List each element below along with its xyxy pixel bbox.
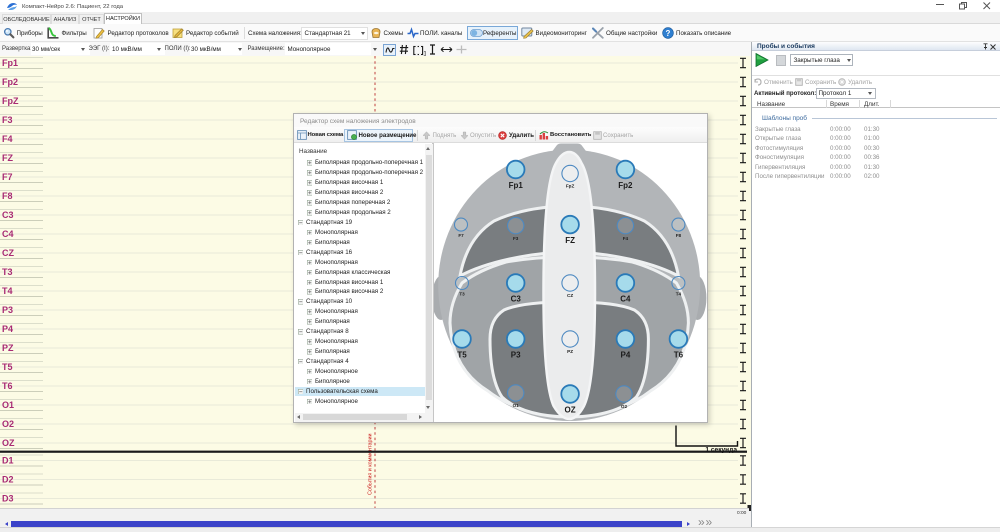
svg-text:PZ: PZ bbox=[2, 343, 14, 353]
svg-text:F4: F4 bbox=[2, 134, 13, 144]
svg-text:P3: P3 bbox=[511, 351, 521, 360]
svg-text:FpZ: FpZ bbox=[566, 184, 575, 189]
svg-text:C3: C3 bbox=[511, 295, 522, 304]
svg-text:FZ: FZ bbox=[565, 236, 575, 245]
svg-text:Fp1: Fp1 bbox=[2, 58, 18, 68]
svg-text:C4: C4 bbox=[2, 229, 14, 239]
svg-text:T4: T4 bbox=[676, 292, 682, 297]
svg-text:1: 1 bbox=[423, 50, 426, 56]
svg-text:O2: O2 bbox=[621, 404, 628, 409]
svg-text:F7: F7 bbox=[458, 233, 464, 238]
svg-text:O1: O1 bbox=[2, 400, 14, 410]
svg-text:T5: T5 bbox=[457, 351, 467, 360]
svg-text:D3: D3 bbox=[2, 494, 14, 504]
svg-text:CZ: CZ bbox=[567, 293, 573, 298]
svg-text:O2: O2 bbox=[2, 419, 14, 429]
svg-text:События и комментарии: События и комментарии bbox=[368, 434, 374, 496]
svg-text:1 секунда: 1 секунда bbox=[705, 446, 737, 453]
svg-text:T3: T3 bbox=[2, 267, 13, 277]
svg-text:D2: D2 bbox=[2, 475, 14, 485]
svg-text:P4: P4 bbox=[621, 351, 631, 360]
svg-text:T3: T3 bbox=[459, 292, 465, 297]
svg-text:P4: P4 bbox=[2, 324, 13, 334]
svg-text:T6: T6 bbox=[2, 381, 13, 391]
svg-text:F7: F7 bbox=[2, 172, 13, 182]
svg-text:D1: D1 bbox=[2, 456, 14, 466]
svg-text:F8: F8 bbox=[2, 191, 13, 201]
svg-text:OZ: OZ bbox=[565, 406, 576, 415]
svg-text:O1: O1 bbox=[513, 403, 520, 408]
svg-text:Fp2: Fp2 bbox=[618, 181, 633, 190]
svg-text:Fp1: Fp1 bbox=[509, 181, 524, 190]
svg-text:T6: T6 bbox=[674, 351, 684, 360]
svg-text:F3: F3 bbox=[513, 236, 519, 241]
svg-text:C4: C4 bbox=[620, 295, 631, 304]
svg-text:F4: F4 bbox=[623, 236, 629, 241]
svg-text:OZ: OZ bbox=[2, 438, 15, 448]
svg-text:T4: T4 bbox=[2, 286, 13, 296]
svg-text:Fp2: Fp2 bbox=[2, 77, 18, 87]
svg-text:PZ: PZ bbox=[567, 349, 573, 354]
svg-text:F8: F8 bbox=[676, 233, 682, 238]
svg-text:FpZ: FpZ bbox=[2, 96, 19, 106]
svg-text:?: ? bbox=[666, 29, 671, 38]
svg-text:C3: C3 bbox=[2, 210, 14, 220]
svg-text:FZ: FZ bbox=[2, 153, 13, 163]
svg-text:CZ: CZ bbox=[2, 248, 14, 258]
svg-text:T5: T5 bbox=[2, 362, 13, 372]
svg-text:P3: P3 bbox=[2, 305, 13, 315]
svg-text:F3: F3 bbox=[2, 115, 13, 125]
